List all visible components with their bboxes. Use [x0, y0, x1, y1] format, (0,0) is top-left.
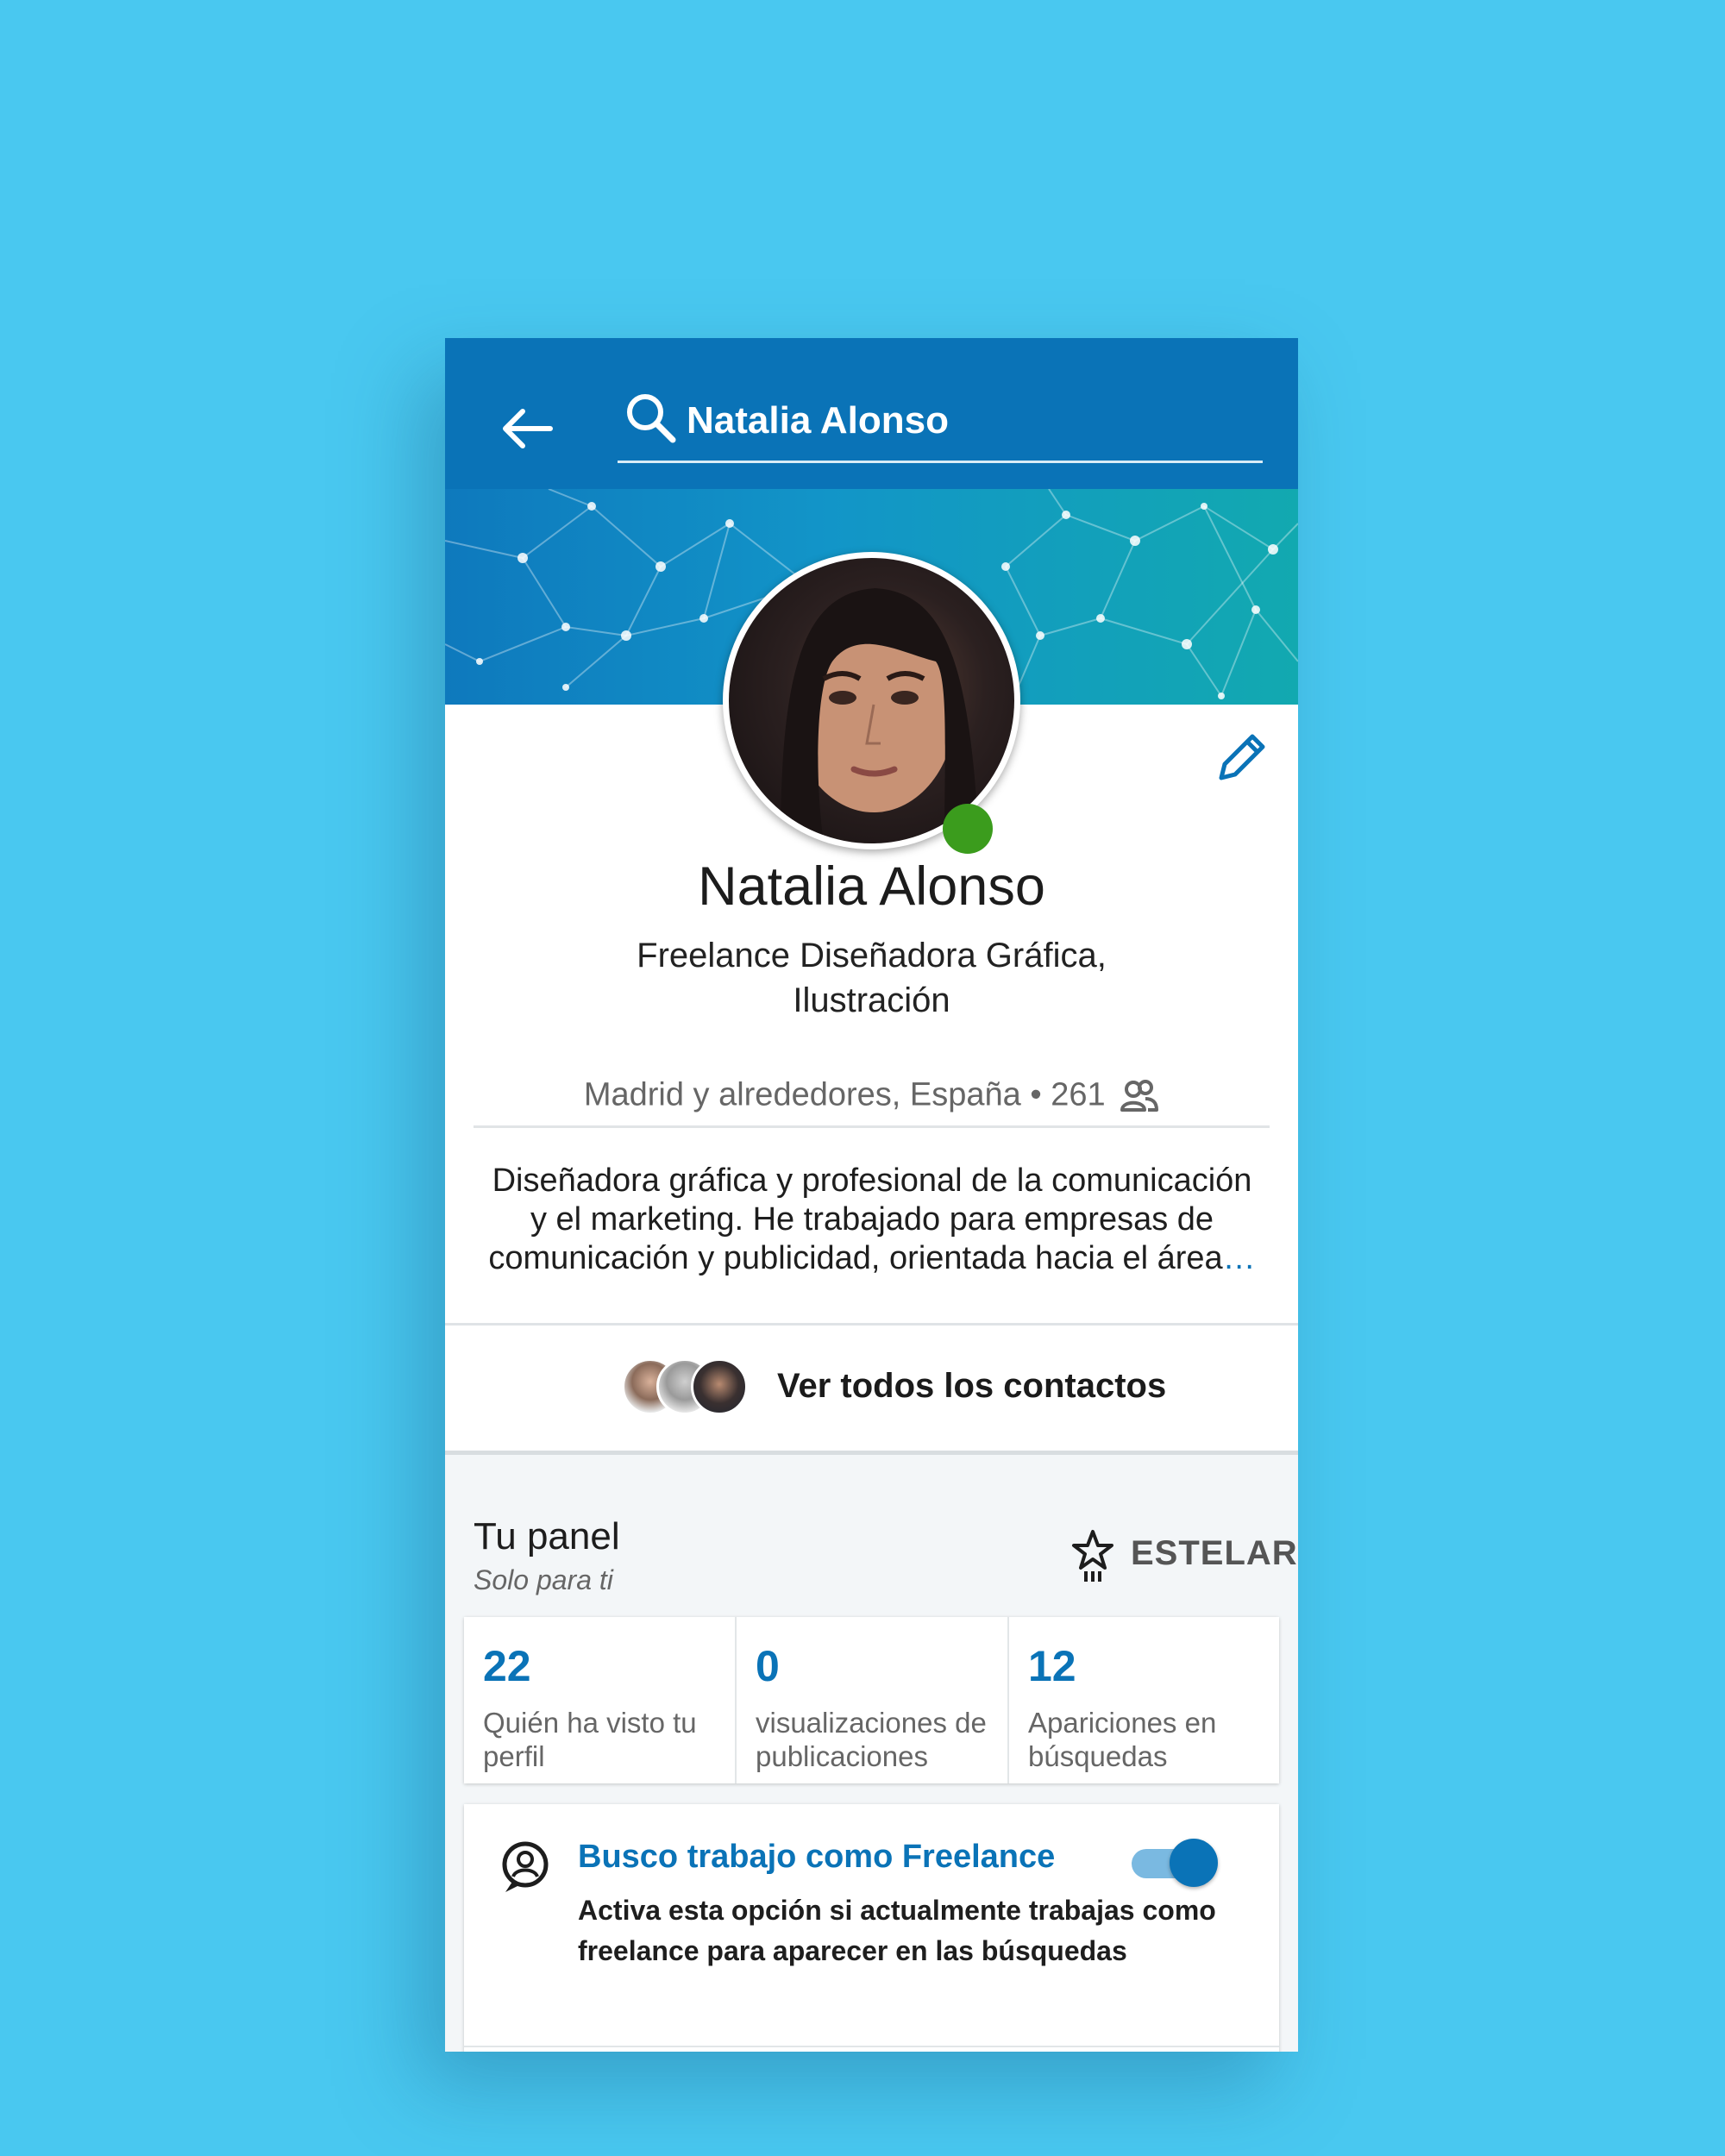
- top-bar: [445, 338, 1298, 489]
- online-status-indicator: [943, 804, 993, 854]
- view-all-contacts-button[interactable]: Ver todos los contactos: [445, 1326, 1298, 1451]
- freelance-title: Busco trabajo como Freelance: [578, 1839, 1056, 1875]
- edit-pencil-icon[interactable]: [1211, 728, 1271, 788]
- location-separator: •: [1030, 1076, 1042, 1113]
- all-star-badge-label[interactable]: ESTELAR: [1131, 1534, 1298, 1573]
- stat-value: 22: [483, 1642, 531, 1690]
- search-icon: [627, 394, 676, 443]
- profile-name: Natalia Alonso: [698, 856, 1045, 917]
- freelance-card: Busco trabajo como Freelance Activa esta…: [464, 1804, 1279, 2052]
- stat-value: 0: [756, 1642, 780, 1690]
- freelance-badge-icon: [502, 1841, 549, 1892]
- phone-screen: Natalia Alonso Freelance Diseñadora Gráf…: [445, 338, 1298, 2052]
- profile-headline: Freelance Diseñadora Gráfica, Ilustració…: [637, 937, 1107, 1019]
- contact-avatar: [691, 1358, 748, 1415]
- location-text: Madrid y alrededores, España: [583, 1076, 1021, 1113]
- profile-location-row: Madrid y alrededores, España • 261: [445, 1075, 1298, 1113]
- stat-value: 12: [1028, 1642, 1076, 1690]
- panel-subtitle: Solo para ti: [474, 1564, 613, 1595]
- divider: [474, 1125, 1270, 1128]
- connections-count[interactable]: 261: [1051, 1076, 1105, 1112]
- profile-summary[interactable]: Diseñadora gráfica y profesional de la c…: [480, 1162, 1264, 1278]
- connections-icon[interactable]: [1120, 1078, 1159, 1112]
- divider: [464, 2046, 1279, 2047]
- stat-label: visualizaciones de publicaciones: [756, 1707, 987, 1772]
- stat-profile-views[interactable]: 22 Quién ha visto tu perfil: [464, 1617, 735, 1783]
- search-bar[interactable]: [618, 381, 1263, 463]
- search-input[interactable]: [685, 390, 1249, 452]
- stat-search-appearances[interactable]: 12 Apariciones en búsquedas: [1007, 1617, 1280, 1783]
- view-all-contacts-label: Ver todos los contactos: [777, 1367, 1167, 1405]
- toggle-knob: [1170, 1839, 1218, 1887]
- back-arrow-icon[interactable]: [488, 390, 566, 467]
- stat-label: Quién ha visto tu perfil: [483, 1707, 697, 1772]
- freelance-description: Activa esta opción si actualmente trabaj…: [578, 1895, 1216, 1966]
- star-icon: [1072, 1530, 1113, 1582]
- summary-more-link[interactable]: …: [1223, 1240, 1256, 1276]
- stat-post-views[interactable]: 0 visualizaciones de publicaciones: [735, 1617, 1007, 1783]
- panel-title: Tu panel: [474, 1515, 620, 1557]
- summary-text: Diseñadora gráfica y profesional de la c…: [488, 1163, 1252, 1276]
- stats-card: 22 Quién ha visto tu perfil 0 visualizac…: [464, 1617, 1279, 1783]
- stat-label: Apariciones en búsquedas: [1028, 1707, 1217, 1772]
- profile-photo: [729, 558, 1014, 843]
- freelance-toggle[interactable]: [1128, 1839, 1223, 1887]
